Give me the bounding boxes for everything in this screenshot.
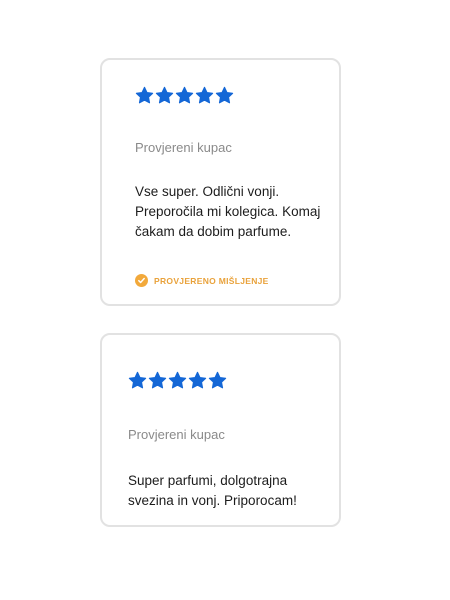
reviewer-name: Provjereni kupac: [128, 427, 225, 442]
verified-badge: PROVJERENO MIŠLJENJE: [135, 274, 269, 287]
review-card: Provjereni kupac Super parfumi, dolgotra…: [100, 333, 341, 527]
star-icon: [175, 86, 194, 105]
rating-stars: [128, 371, 227, 390]
star-icon: [128, 371, 147, 390]
star-icon: [208, 371, 227, 390]
star-icon: [215, 86, 234, 105]
star-icon: [135, 86, 154, 105]
review-text: Super parfumi, dolgotrajna svezina in vo…: [128, 473, 297, 508]
star-icon: [195, 86, 214, 105]
reviewer-name: Provjereni kupac: [135, 140, 232, 155]
review-text: Vse super. Odlični vonji. Preporočila mi…: [135, 184, 321, 239]
star-icon: [155, 86, 174, 105]
check-circle-icon: [135, 274, 148, 287]
star-icon: [148, 371, 167, 390]
review-card: Provjereni kupac Vse super. Odlični vonj…: [100, 58, 341, 306]
rating-stars: [135, 86, 234, 105]
star-icon: [188, 371, 207, 390]
star-icon: [168, 371, 187, 390]
verified-label: PROVJERENO MIŠLJENJE: [154, 275, 269, 286]
